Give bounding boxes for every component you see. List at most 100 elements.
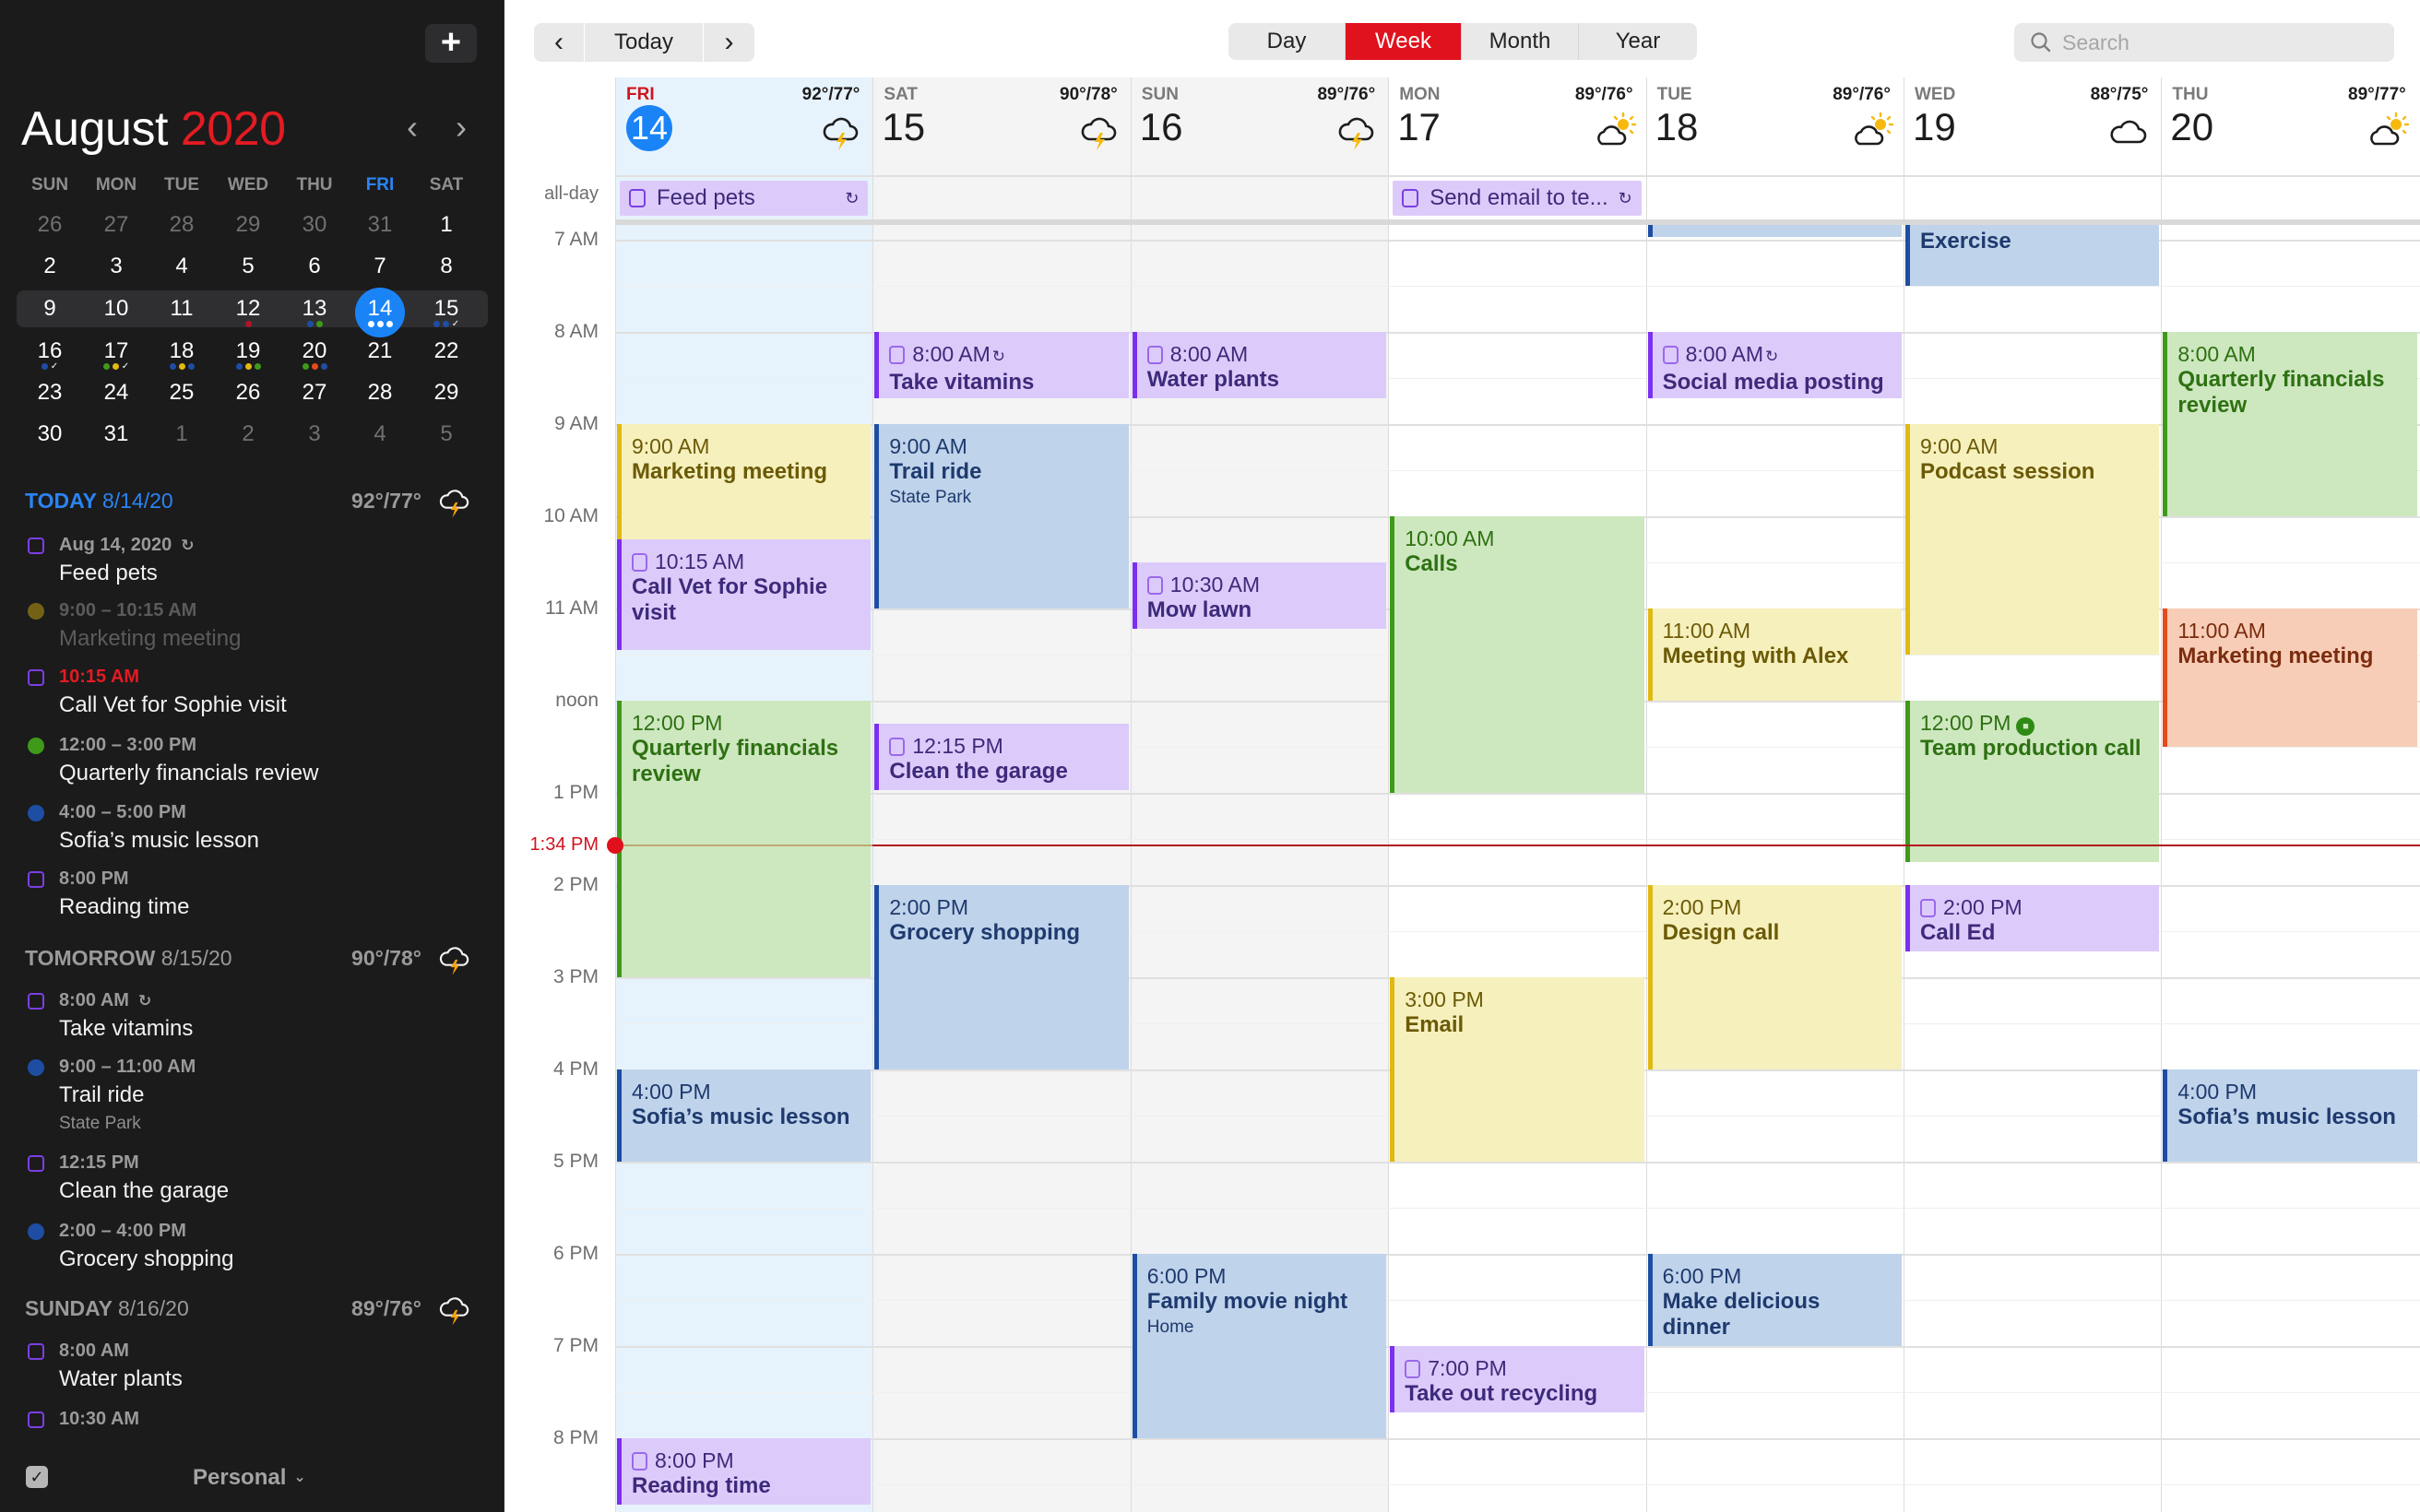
mini-calendar-day[interactable]: 9 xyxy=(24,293,76,332)
day-header[interactable]: FRI 14 92°/77° xyxy=(615,77,872,175)
task-checkbox[interactable] xyxy=(889,346,906,364)
event-block[interactable]: 11:00 AM Meeting with Alex xyxy=(1647,608,1902,701)
mini-calendar-day[interactable]: 26 xyxy=(222,377,274,416)
task-checkbox[interactable] xyxy=(28,1412,44,1428)
event-block[interactable]: 9:00 AM Marketing meeting xyxy=(617,424,872,539)
mini-calendar-day[interactable]: 28 xyxy=(354,377,406,416)
task-checkbox[interactable] xyxy=(28,1155,44,1172)
mini-calendar-day[interactable]: 24 xyxy=(90,377,142,416)
event-block[interactable]: 10:00 AM Calls xyxy=(1390,516,1644,793)
mini-calendar-day[interactable]: 8 xyxy=(421,251,472,289)
mini-calendar-day[interactable]: 10 xyxy=(90,293,142,332)
mini-calendar-day[interactable]: 1 xyxy=(421,209,472,248)
task-checkbox[interactable] xyxy=(28,993,44,1010)
mini-calendar-day[interactable]: 14 xyxy=(354,288,406,337)
event-block[interactable]: 4:00 PM Sofia’s music lesson xyxy=(617,1069,872,1162)
day-header[interactable]: MON 17 89°/76° xyxy=(1388,77,1645,175)
mini-calendar-day[interactable]: 18 xyxy=(156,336,208,374)
view-tab-week[interactable]: Week xyxy=(1346,23,1462,60)
task-block[interactable]: 12:15 PM Clean the garage xyxy=(874,724,1129,790)
mini-calendar-day[interactable]: 31 xyxy=(90,419,142,457)
mini-calendar-day[interactable]: 20 xyxy=(289,336,340,374)
task-checkbox[interactable] xyxy=(632,1452,647,1471)
mini-calendar-day[interactable]: 11 xyxy=(156,293,208,332)
mini-calendar-day[interactable]: 1 xyxy=(156,419,208,457)
mini-calendar-day[interactable]: 25 xyxy=(156,377,208,416)
day-column[interactable] xyxy=(872,77,1131,1512)
mini-calendar-day[interactable]: 22 xyxy=(421,336,472,374)
task-checkbox[interactable] xyxy=(28,871,44,888)
task-block[interactable]: 8:00 AM ↻ Take vitamins xyxy=(874,332,1129,398)
mini-calendar-day[interactable]: 31 xyxy=(354,209,406,248)
mini-calendar-day[interactable]: 17 ✓ xyxy=(90,336,142,374)
task-checkbox[interactable] xyxy=(1146,576,1163,595)
event-block[interactable]: 9:00 AM Trail ride State Park xyxy=(874,424,1129,608)
mini-calendar-day[interactable]: 13 xyxy=(289,293,340,332)
day-header[interactable]: THU 20 89°/77° xyxy=(2161,77,2418,175)
task-block[interactable]: 8:00 AM ↻ Social media posting xyxy=(1647,332,1902,398)
mini-calendar-day[interactable]: 29 xyxy=(421,377,472,416)
mini-calendar-day[interactable]: 6 xyxy=(289,251,340,289)
mini-calendar-day[interactable]: 23 xyxy=(24,377,76,416)
task-checkbox[interactable] xyxy=(1146,346,1163,364)
day-header[interactable]: TUE 18 89°/76° xyxy=(1646,77,1904,175)
mini-calendar-day[interactable]: 12 xyxy=(222,293,274,332)
task-block[interactable]: 10:30 AM Mow lawn xyxy=(1132,562,1387,629)
day-column[interactable] xyxy=(2161,77,2419,1512)
mini-calendar-day[interactable]: 2 xyxy=(24,251,76,289)
day-column[interactable] xyxy=(1388,77,1646,1512)
task-checkbox[interactable] xyxy=(28,1343,44,1360)
task-checkbox[interactable] xyxy=(28,537,44,554)
task-checkbox[interactable] xyxy=(28,669,44,686)
mini-calendar-day[interactable]: 27 xyxy=(289,377,340,416)
mini-calendar-day[interactable]: 5 xyxy=(222,251,274,289)
all-day-event[interactable]: Feed pets ↻ xyxy=(620,181,869,216)
mini-calendar-day[interactable]: 4 xyxy=(354,419,406,457)
event-block[interactable]: 2:00 PM Design call xyxy=(1647,885,1902,1069)
mini-calendar-day[interactable]: 15 ✓ xyxy=(421,293,472,332)
mini-calendar-next-button[interactable]: › xyxy=(447,108,475,146)
mini-calendar-day[interactable]: 3 xyxy=(90,251,142,289)
view-tab-year[interactable]: Year xyxy=(1579,23,1697,60)
mini-calendar-day[interactable]: 16 ✓ xyxy=(24,336,76,374)
task-block[interactable]: 10:15 AM Call Vet for Sophie visit xyxy=(617,539,872,650)
task-checkbox[interactable] xyxy=(889,738,906,756)
mini-calendar-day[interactable]: 7 xyxy=(354,251,406,289)
task-block[interactable]: 2:00 PM Call Ed xyxy=(1905,885,2160,951)
event-block[interactable]: 8:00 AM Quarterly financials review xyxy=(2163,332,2417,516)
mini-calendar-day[interactable]: 29 xyxy=(222,209,274,248)
event-block[interactable]: 6:30 AMExercise xyxy=(1905,225,2160,286)
event-block[interactable]: 6:00 PM Make delicious dinner xyxy=(1647,1254,1902,1346)
show-completed-checkbox[interactable]: ✓ xyxy=(26,1466,48,1488)
view-tab-month[interactable]: Month xyxy=(1462,23,1579,60)
next-week-button[interactable]: › xyxy=(704,23,754,62)
event-block[interactable]: 4:00 PM Sofia’s music lesson xyxy=(2163,1069,2417,1162)
event-block[interactable]: 2:00 PM Grocery shopping xyxy=(874,885,1129,1069)
view-tab-day[interactable]: Day xyxy=(1228,23,1346,60)
event-block[interactable]: 6:00 PM Family movie night Home xyxy=(1132,1254,1387,1438)
task-checkbox[interactable] xyxy=(1402,189,1419,207)
task-checkbox[interactable] xyxy=(632,553,647,572)
day-header[interactable]: SAT 15 90°/78° xyxy=(872,77,1130,175)
task-checkbox[interactable] xyxy=(1920,899,1936,917)
today-button[interactable]: Today xyxy=(585,23,703,62)
day-header[interactable]: SUN 16 89°/76° xyxy=(1131,77,1388,175)
task-checkbox[interactable] xyxy=(629,189,646,207)
search-input[interactable] xyxy=(2062,30,2376,55)
task-block[interactable]: 7:00 PM Take out recycling xyxy=(1390,1346,1644,1412)
mini-calendar-prev-button[interactable]: ‹ xyxy=(398,108,426,146)
mini-calendar-day[interactable]: 28 xyxy=(156,209,208,248)
mini-calendar-day[interactable]: 19 xyxy=(222,336,274,374)
add-event-button[interactable]: + xyxy=(425,24,477,63)
event-block[interactable]: 12:00 PM Quarterly financials review xyxy=(617,701,872,977)
task-block[interactable]: 8:00 PM Reading time xyxy=(617,1438,872,1505)
previous-week-button[interactable]: ‹ xyxy=(534,23,584,62)
task-checkbox[interactable] xyxy=(1405,1360,1421,1378)
mini-calendar-day[interactable]: 2 xyxy=(222,419,274,457)
event-block[interactable]: 9:00 AM Podcast session xyxy=(1905,424,2160,655)
calendar-set-dropdown[interactable]: Personal ⌄ xyxy=(193,1465,306,1491)
mini-calendar-day[interactable]: 30 xyxy=(289,209,340,248)
mini-calendar-day[interactable]: 26 xyxy=(24,209,76,248)
event-block[interactable]: 3:00 PM Email xyxy=(1390,977,1644,1162)
mini-calendar-day[interactable]: 3 xyxy=(289,419,340,457)
